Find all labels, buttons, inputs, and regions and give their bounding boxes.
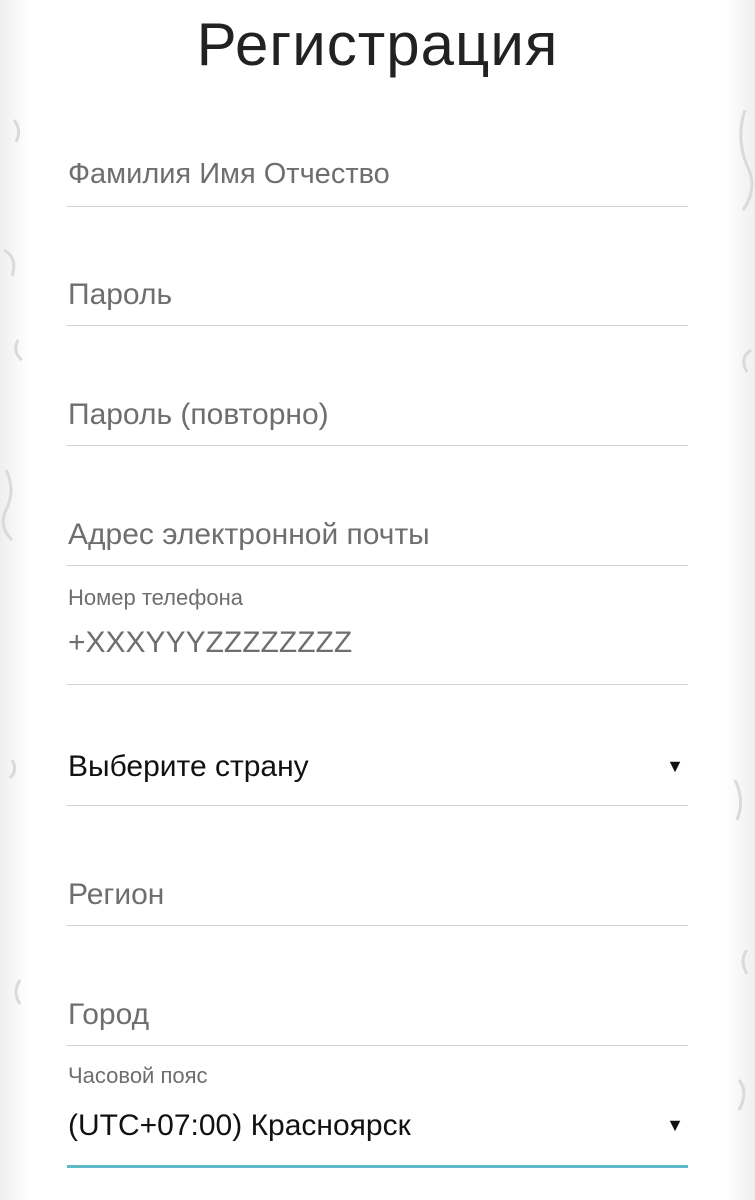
password-placeholder: Пароль <box>68 278 173 311</box>
password-repeat-field[interactable]: Пароль (повторно) <box>67 380 688 446</box>
timezone-value: (UTC+07:00) Красноярск <box>68 1109 411 1142</box>
full-name-field[interactable]: Фамилия Имя Отчество <box>67 140 688 207</box>
city-field[interactable]: Город <box>67 980 688 1046</box>
email-field[interactable]: Адрес электронной почты <box>67 500 688 566</box>
phone-value: +XXXYYYZZZZZZZZ <box>68 626 353 659</box>
region-field[interactable]: Регион <box>67 860 688 926</box>
city-placeholder: Город <box>68 998 150 1031</box>
country-value: Выберите страну <box>68 750 309 783</box>
country-select[interactable]: Выберите страну ▼ <box>67 740 688 806</box>
email-placeholder: Адрес электронной почты <box>68 518 430 551</box>
timezone-label: Часовой пояс <box>68 1063 208 1088</box>
password-repeat-placeholder: Пароль (повторно) <box>68 398 329 431</box>
phone-label: Номер телефона <box>68 585 243 610</box>
password-field[interactable]: Пароль <box>67 260 688 326</box>
full-name-placeholder: Фамилия Имя Отчество <box>68 158 390 190</box>
page-title: Регистрация <box>196 11 559 78</box>
chevron-down-icon: ▼ <box>666 756 684 776</box>
phone-field[interactable]: Номер телефона +XXXYYYZZZZZZZZ <box>67 585 688 685</box>
right-pattern-icon <box>733 109 754 1111</box>
right-decorative-edge <box>725 0 755 1200</box>
timezone-select[interactable]: Часовой пояс (UTC+07:00) Красноярск ▼ <box>67 1063 688 1168</box>
left-pattern-icon <box>1 119 23 1005</box>
chevron-down-icon: ▼ <box>666 1115 684 1135</box>
left-decorative-edge <box>0 0 30 1200</box>
region-placeholder: Регион <box>68 878 165 911</box>
